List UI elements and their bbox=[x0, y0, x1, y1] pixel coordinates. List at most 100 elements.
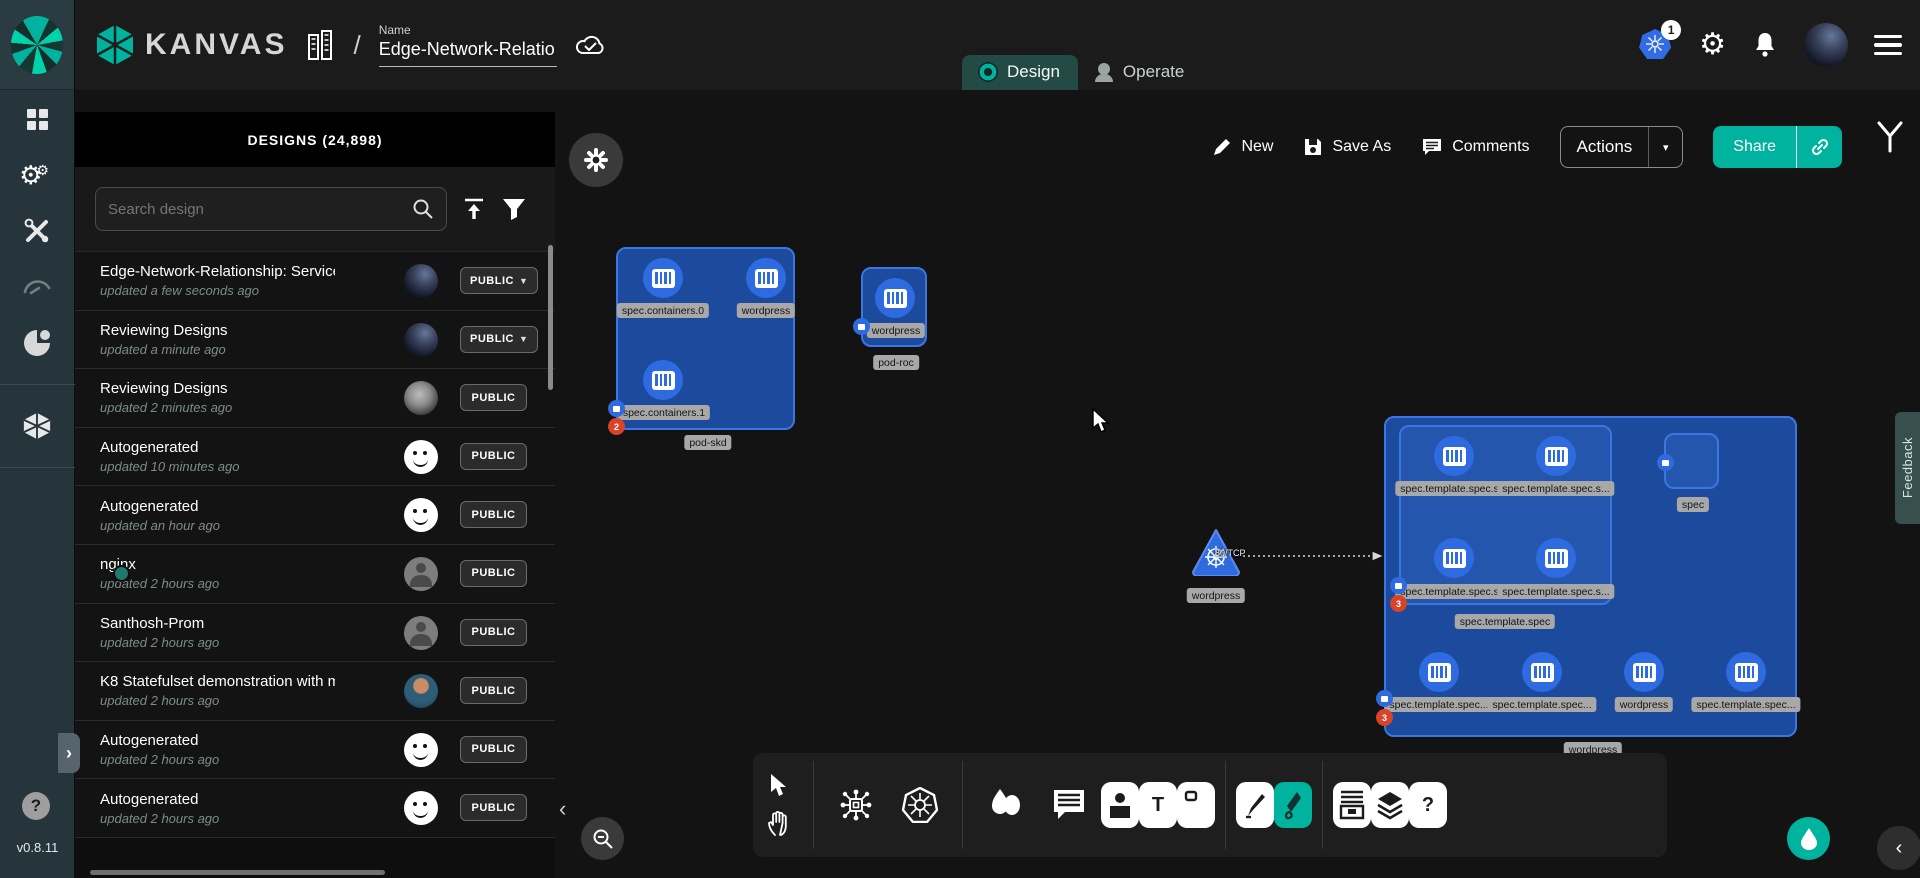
filter-icon[interactable] bbox=[501, 197, 527, 221]
sidebar-item-performance[interactable] bbox=[22, 272, 52, 302]
container-node[interactable] bbox=[1434, 436, 1474, 476]
note-tool[interactable] bbox=[1177, 782, 1215, 828]
sidebar-item-configuration[interactable] bbox=[22, 216, 52, 246]
visibility-badge[interactable]: PUBLIC bbox=[460, 560, 527, 587]
design-list-item[interactable]: K8 Statefulset demonstration with mo upd… bbox=[75, 662, 555, 721]
error-badge[interactable]: 3 bbox=[1376, 709, 1393, 726]
sidebar-expand-button[interactable]: › bbox=[58, 733, 80, 773]
design-list-item[interactable]: Autogenerated updated an hour ago PUBLIC bbox=[75, 486, 555, 545]
visibility-badge[interactable]: PUBLIC bbox=[460, 619, 527, 646]
design-list-item[interactable]: Autogenerated updated 2 hours ago PUBLIC bbox=[75, 779, 555, 838]
visibility-dropdown[interactable]: PUBLIC▼ bbox=[460, 267, 538, 294]
owner-avatar bbox=[404, 498, 438, 532]
collapse-right-button[interactable]: ‹ bbox=[1877, 826, 1920, 870]
container-node[interactable] bbox=[746, 258, 786, 298]
kubernetes-context-button[interactable]: 1 bbox=[1639, 29, 1673, 61]
service-edge[interactable] bbox=[1241, 545, 1391, 565]
container-node[interactable] bbox=[1726, 652, 1766, 692]
container-node[interactable] bbox=[1536, 436, 1576, 476]
container-node[interactable] bbox=[1419, 652, 1459, 692]
kubernetes-tool[interactable] bbox=[900, 782, 940, 828]
shapes-quick-button[interactable] bbox=[569, 133, 623, 187]
design-canvas[interactable]: New Save As Comments Actions ▾ Share bbox=[555, 90, 1920, 878]
shapes-tool[interactable] bbox=[985, 782, 1025, 828]
help-tool[interactable]: ? bbox=[1409, 782, 1447, 828]
design-list-item[interactable]: nginx updated 2 hours ago PUBLIC bbox=[75, 545, 555, 604]
text-tool[interactable]: T bbox=[1139, 782, 1177, 828]
visibility-badge[interactable]: PUBLIC bbox=[460, 794, 527, 821]
error-badge[interactable]: 3 bbox=[1390, 595, 1407, 612]
sidebar-item-kanvas[interactable] bbox=[22, 411, 52, 441]
design-search-box[interactable] bbox=[95, 187, 447, 231]
design-list-item[interactable]: Edge-Network-Relationship: Service updat… bbox=[75, 252, 555, 311]
design-list-item[interactable]: Santhosh-Prom updated 2 hours ago PUBLIC bbox=[75, 604, 555, 663]
menu-hamburger-icon[interactable] bbox=[1874, 35, 1902, 56]
notifications-bell-icon[interactable] bbox=[1752, 31, 1778, 59]
visibility-dropdown[interactable]: PUBLIC▼ bbox=[460, 326, 538, 353]
copy-link-button[interactable] bbox=[1796, 126, 1842, 168]
merge-flow-icon[interactable] bbox=[1875, 120, 1905, 154]
share-split-button[interactable]: Share bbox=[1713, 126, 1842, 168]
container-node[interactable] bbox=[643, 360, 683, 400]
actions-dropdown-arrow[interactable]: ▾ bbox=[1648, 127, 1682, 167]
design-name-input[interactable] bbox=[379, 39, 557, 67]
panel-vertical-scrollbar[interactable] bbox=[548, 245, 553, 390]
design-list-item[interactable]: Reviewing Designs updated a minute ago P… bbox=[75, 311, 555, 370]
container-node[interactable] bbox=[1624, 652, 1664, 692]
container-node[interactable] bbox=[1536, 538, 1576, 578]
components-tool[interactable] bbox=[836, 782, 876, 828]
node-deployment-wordpress[interactable]: spec.template.spec.s... spec.template.sp… bbox=[1384, 416, 1797, 737]
design-list-item[interactable]: Autogenerated updated 10 minutes ago PUB… bbox=[75, 428, 555, 487]
pen-tool[interactable] bbox=[1236, 782, 1274, 828]
visibility-badge[interactable]: PUBLIC bbox=[460, 443, 527, 470]
feedback-tab[interactable]: Feedback bbox=[1895, 412, 1920, 524]
new-design-button[interactable]: New bbox=[1212, 137, 1273, 157]
visibility-badge[interactable]: PUBLIC bbox=[460, 384, 527, 411]
container-node[interactable] bbox=[875, 278, 915, 318]
error-badge[interactable]: 2 bbox=[608, 418, 625, 435]
select-cursor-tool[interactable] bbox=[768, 773, 790, 797]
container-node[interactable] bbox=[1434, 538, 1474, 578]
save-as-button[interactable]: Save As bbox=[1303, 137, 1391, 157]
search-input[interactable] bbox=[108, 201, 412, 218]
tab-operate[interactable]: Operate bbox=[1078, 55, 1202, 90]
sidebar-item-dashboard[interactable] bbox=[22, 104, 52, 134]
node-pod-skd[interactable]: spec.containers.0 wordpress spec.contain… bbox=[616, 247, 795, 430]
visibility-badge[interactable]: PUBLIC bbox=[460, 501, 527, 528]
node-pod-roc[interactable]: wordpress pod-roc bbox=[861, 267, 927, 347]
design-updated: updated 10 minutes ago bbox=[100, 459, 335, 474]
user-avatar[interactable] bbox=[1804, 23, 1848, 67]
container-node[interactable] bbox=[643, 258, 683, 298]
node-spec[interactable]: spec bbox=[1664, 433, 1719, 489]
help-button[interactable]: ? bbox=[22, 792, 50, 820]
design-title: Reviewing Designs bbox=[100, 322, 335, 339]
panel-horizontal-scrollbar[interactable] bbox=[90, 870, 385, 875]
layers-tool[interactable] bbox=[1371, 782, 1409, 828]
zoom-button[interactable] bbox=[581, 817, 624, 860]
comment-icon bbox=[1051, 788, 1087, 822]
visibility-badge[interactable]: PUBLIC bbox=[460, 736, 527, 763]
upload-design-icon[interactable] bbox=[461, 196, 487, 222]
design-list-item[interactable]: Autogenerated updated 2 hours ago PUBLIC bbox=[75, 721, 555, 780]
comments-button[interactable]: Comments bbox=[1421, 137, 1529, 157]
container-node[interactable] bbox=[1522, 652, 1562, 692]
kanvas-wordmark[interactable]: KANVAS bbox=[95, 23, 287, 67]
image-tool[interactable] bbox=[1101, 782, 1139, 828]
node-spec-template[interactable]: spec.template.spec.s... spec.template.sp… bbox=[1399, 425, 1612, 605]
pan-hand-tool[interactable] bbox=[767, 811, 791, 837]
deploy-fab-button[interactable] bbox=[1787, 817, 1830, 860]
archive-tool[interactable] bbox=[1333, 782, 1371, 828]
kanvas-orb-logo[interactable] bbox=[0, 0, 74, 90]
organization-icon[interactable] bbox=[305, 29, 335, 61]
settings-gear-icon[interactable]: ⚙ bbox=[1699, 30, 1726, 60]
feedback-label: Feedback bbox=[1900, 437, 1915, 498]
design-list-item[interactable]: Reviewing Designs updated 2 minutes ago … bbox=[75, 369, 555, 428]
collapse-left-chevron[interactable]: ‹ bbox=[559, 796, 566, 822]
comment-tool[interactable] bbox=[1049, 782, 1089, 828]
visibility-badge[interactable]: PUBLIC bbox=[460, 677, 527, 704]
actions-split-button[interactable]: Actions ▾ bbox=[1560, 126, 1684, 168]
sidebar-item-extensions[interactable] bbox=[22, 328, 52, 358]
freehand-draw-tool-active[interactable] bbox=[1274, 782, 1312, 828]
sidebar-item-lifecycle[interactable]: ⚙⚙ bbox=[22, 160, 52, 190]
tab-design[interactable]: Design bbox=[962, 55, 1078, 90]
